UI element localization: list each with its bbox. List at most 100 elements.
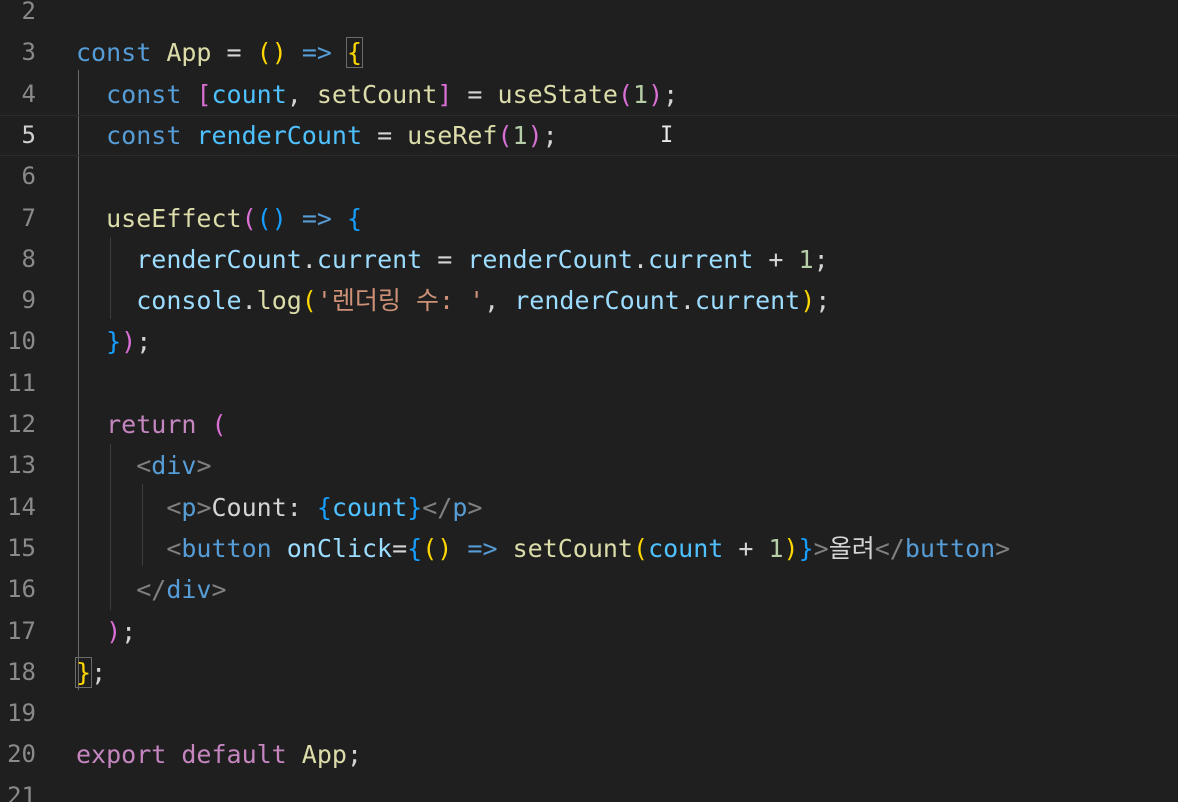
code-token: ; [346, 740, 363, 770]
code-line[interactable]: 16 </div> [0, 569, 1178, 610]
code-token: useRef [407, 120, 498, 150]
code-token: ( [617, 79, 633, 109]
code-line[interactable]: 12 return ( [0, 404, 1178, 445]
code-token: ; [813, 244, 829, 274]
code-line[interactable]: 17 ); [0, 611, 1178, 652]
code-token: useState [497, 79, 618, 109]
code-token: current [648, 244, 754, 274]
code-token: count [648, 533, 724, 563]
line-number: 12 [7, 410, 36, 438]
code-token: = [452, 79, 498, 109]
code-token: { [316, 492, 332, 522]
code-token: [ [196, 79, 212, 109]
code-line[interactable]: 2 [0, 0, 1178, 32]
code-line[interactable]: 21 [0, 776, 1178, 802]
code-token: const [76, 38, 152, 68]
code-token: ) [106, 616, 122, 646]
code-line[interactable]: 19 [0, 693, 1178, 734]
code-token: 1 [633, 79, 649, 109]
code-token: > [196, 451, 212, 481]
code-token: => [301, 38, 332, 68]
code-text: <p>Count: {count}</p> [76, 487, 482, 528]
code-token: ( [241, 203, 257, 233]
code-line[interactable]: 11 [0, 363, 1178, 404]
code-token: setCount [512, 533, 633, 563]
code-text: <button onClick={() => setCount(count + … [76, 528, 1010, 569]
code-line[interactable]: 9 console.log('렌더링 수: ', renderCount.cur… [0, 280, 1178, 321]
code-token: , [286, 79, 317, 109]
line-number: 4 [21, 79, 36, 108]
code-line[interactable]: 8 renderCount.current = renderCount.curr… [0, 239, 1178, 280]
code-editor[interactable]: 2 3 const App = () => {4 const [count, set… [0, 0, 1178, 802]
code-line[interactable]: 7 useEffect(() => { [0, 198, 1178, 239]
code-line[interactable]: 10 }); [0, 321, 1178, 362]
code-line[interactable]: 20 export default App; [0, 734, 1178, 775]
line-number: 16 [7, 575, 36, 604]
line-number: 2 [21, 0, 36, 25]
code-token: () [256, 203, 287, 233]
code-token: => [467, 533, 498, 563]
line-number: 5 [21, 120, 36, 149]
code-text: export default App; [76, 734, 362, 775]
code-token: . [632, 244, 649, 274]
code-text: <div> [76, 445, 212, 486]
code-token: p [181, 492, 197, 522]
code-token: export [76, 740, 167, 770]
code-line[interactable]: 15 <button onClick={() => setCount(count… [0, 528, 1178, 569]
code-line[interactable]: 4 const [count, setCount] = useState(1); [0, 74, 1178, 115]
code-token: ) [648, 79, 664, 109]
code-token: console [136, 286, 242, 316]
line-number: 3 [21, 38, 36, 67]
code-token: > [995, 533, 1011, 563]
code-token: , [484, 286, 515, 316]
code-token: ; [121, 616, 137, 646]
line-number: 6 [21, 162, 36, 191]
code-token: '렌더링 수: ' [316, 286, 485, 316]
code-token: onClick [286, 533, 393, 563]
line-number: 7 [21, 203, 36, 232]
code-token: div [151, 451, 197, 481]
code-line[interactable]: 13 <div> [0, 445, 1178, 486]
code-line[interactable]: 6 [0, 156, 1178, 197]
code-token: 1 [768, 533, 784, 563]
code-token: + [753, 244, 799, 274]
code-token: > [813, 533, 829, 563]
code-token: log [256, 286, 302, 316]
code-token: setCount [316, 79, 438, 109]
code-token: ; [815, 286, 831, 316]
line-number: 14 [7, 492, 36, 521]
code-token: const [106, 79, 182, 109]
code-token: = [422, 244, 468, 274]
code-line[interactable]: 14 <p>Count: {count}</p> [0, 487, 1178, 528]
line-number: 9 [21, 286, 36, 315]
line-number: 10 [7, 327, 36, 356]
code-line[interactable]: 3 const App = () => { [0, 32, 1178, 73]
code-line[interactable]: 5 const renderCount = useRef(1); [0, 114, 1178, 156]
code-token: < [166, 533, 182, 563]
code-token: p [452, 492, 468, 522]
code-token: { [407, 533, 423, 563]
code-token: ; [136, 327, 152, 357]
code-token: } [407, 492, 423, 522]
code-token: div [166, 575, 212, 605]
code-text: const [count, setCount] = useState(1); [76, 74, 678, 115]
code-line[interactable]: 18}; [0, 652, 1178, 693]
line-number: 17 [7, 616, 36, 645]
code-token: > [467, 492, 483, 522]
